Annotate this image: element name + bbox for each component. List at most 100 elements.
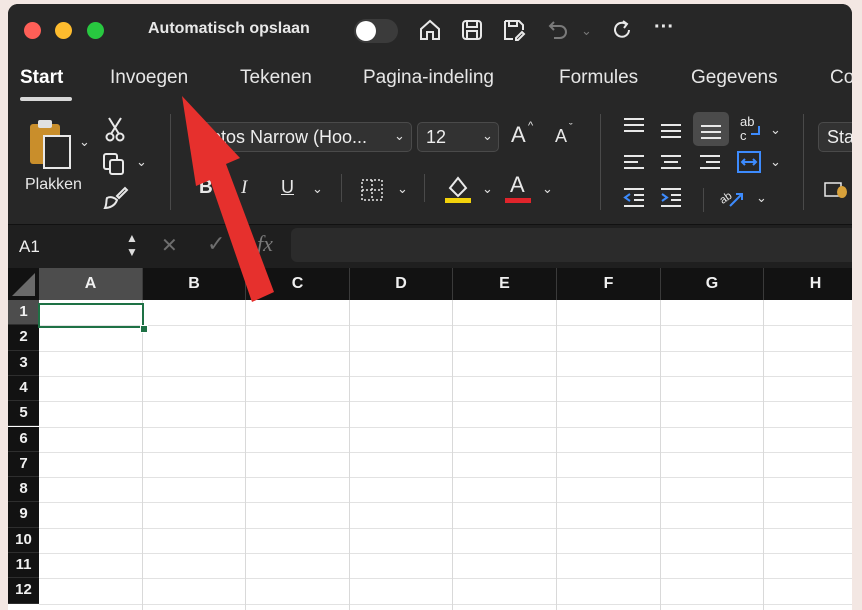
font-size-chevron-icon[interactable]: ⌄ xyxy=(482,128,493,144)
fill-color-dropdown-chevron-icon[interactable]: ⌄ xyxy=(482,181,493,197)
insert-function-icon[interactable]: fx xyxy=(257,231,273,257)
minimize-window-button[interactable] xyxy=(55,22,72,39)
svg-text:ab: ab xyxy=(740,114,754,129)
save-as-icon[interactable] xyxy=(502,18,526,42)
align-bottom-button[interactable] xyxy=(693,112,729,146)
row-header-12[interactable]: 12 xyxy=(8,578,39,604)
underline-button[interactable]: U xyxy=(281,177,294,198)
cell-styles-combo[interactable]: Sta xyxy=(818,122,852,152)
active-tab-indicator xyxy=(20,97,72,101)
column-header-f[interactable]: F xyxy=(557,268,661,300)
row-header-5[interactable]: 5 xyxy=(8,401,39,427)
home-icon[interactable] xyxy=(418,18,442,42)
font-name-combo[interactable]: Aptos Narrow (Hoo... xyxy=(190,122,412,152)
row-header-11[interactable]: 11 xyxy=(8,553,39,579)
merge-center-chevron-icon[interactable]: ⌄ xyxy=(770,154,781,170)
cut-scissors-icon[interactable] xyxy=(105,116,125,147)
close-window-button[interactable] xyxy=(24,22,41,39)
row-header-6[interactable]: 6 xyxy=(8,426,39,452)
name-box[interactable]: A1 ▲ ▼ xyxy=(12,231,140,261)
ribbon-separator xyxy=(703,188,704,212)
more-options-icon[interactable]: ··· xyxy=(654,16,674,39)
redo-icon[interactable] xyxy=(610,18,634,42)
row-header-2[interactable]: 2 xyxy=(8,325,39,351)
undo-dropdown-chevron-icon[interactable]: ⌄ xyxy=(581,23,592,39)
align-center-icon[interactable] xyxy=(659,152,683,179)
column-header-a[interactable]: A xyxy=(39,268,143,300)
font-color-dropdown-chevron-icon[interactable]: ⌄ xyxy=(542,181,553,197)
wrap-text-icon[interactable]: ab c xyxy=(737,114,763,149)
font-color-button[interactable]: A xyxy=(510,172,525,198)
copy-dropdown-chevron-icon[interactable]: ⌄ xyxy=(136,154,147,170)
select-all-corner[interactable] xyxy=(8,268,39,300)
name-box-up-icon[interactable]: ▲ xyxy=(126,231,138,245)
borders-icon[interactable] xyxy=(360,178,384,207)
align-middle-icon[interactable] xyxy=(659,120,683,147)
font-name-chevron-icon[interactable]: ⌄ xyxy=(394,128,405,144)
orientation-chevron-icon[interactable]: ⌄ xyxy=(756,190,767,206)
paste-icon[interactable] xyxy=(26,118,76,175)
tab-tekenen[interactable]: Tekenen xyxy=(240,67,312,89)
paste-dropdown-chevron-icon[interactable]: ⌄ xyxy=(79,134,90,150)
active-cell-a1[interactable] xyxy=(38,303,144,328)
borders-dropdown-chevron-icon[interactable]: ⌄ xyxy=(397,181,408,197)
column-header-d[interactable]: D xyxy=(350,268,453,300)
row-header-4[interactable]: 4 xyxy=(8,375,39,402)
save-icon[interactable] xyxy=(460,18,484,42)
row-header-3[interactable]: 3 xyxy=(8,350,39,376)
align-top-icon[interactable] xyxy=(622,116,646,143)
copy-icon[interactable] xyxy=(102,152,126,181)
name-box-down-icon[interactable]: ▼ xyxy=(126,245,138,259)
column-gridline xyxy=(660,300,661,610)
grow-font-button[interactable]: A xyxy=(511,122,526,148)
cancel-entry-icon[interactable]: ✕ xyxy=(161,233,178,258)
tab-formules[interactable]: Formules xyxy=(559,67,638,89)
autosave-toggle[interactable] xyxy=(354,19,398,43)
ribbon-separator xyxy=(803,114,804,210)
fill-handle[interactable] xyxy=(140,325,148,333)
formula-input[interactable] xyxy=(291,228,852,262)
merge-center-icon[interactable] xyxy=(736,150,762,179)
format-painter-icon[interactable] xyxy=(103,186,129,215)
increase-indent-icon[interactable] xyxy=(659,186,683,213)
align-left-icon[interactable] xyxy=(622,152,646,179)
underline-dropdown-chevron-icon[interactable]: ⌄ xyxy=(312,181,323,197)
row-header-10[interactable]: 10 xyxy=(8,527,39,553)
fill-color-icon[interactable] xyxy=(444,174,472,209)
cell-reference: A1 xyxy=(19,237,40,256)
align-right-icon[interactable] xyxy=(698,152,722,179)
paste-label[interactable]: Plakken xyxy=(25,176,82,194)
tab-pagina-indeling[interactable]: Pagina-indeling xyxy=(363,67,494,89)
orientation-icon[interactable]: ab xyxy=(717,186,746,215)
decrease-indent-icon[interactable] xyxy=(622,186,646,213)
autosave-label: Automatisch opslaan xyxy=(148,20,310,37)
excel-window: Automatisch opslaan ⌄ ··· Start Invoegen… xyxy=(8,4,852,610)
title-bar: Automatisch opslaan ⌄ ··· xyxy=(8,4,852,56)
tab-start[interactable]: Start xyxy=(20,67,63,89)
italic-button[interactable]: I xyxy=(241,177,247,199)
bold-button[interactable]: B xyxy=(199,177,213,199)
ribbon-tabs: Start Invoegen Tekenen Pagina-indeling F… xyxy=(8,56,852,106)
tab-gegevens[interactable]: Gegevens xyxy=(691,67,778,89)
row-header-8[interactable]: 8 xyxy=(8,477,39,503)
column-gridline xyxy=(763,300,764,610)
confirm-entry-icon[interactable]: ✓ xyxy=(207,231,225,257)
row-header-1[interactable]: 1 xyxy=(8,300,39,326)
wrap-text-chevron-icon[interactable]: ⌄ xyxy=(770,122,781,138)
tab-controleren[interactable]: Co xyxy=(830,67,852,89)
tab-invoegen[interactable]: Invoegen xyxy=(110,67,188,89)
worksheet-grid[interactable]: ABCDEFGH 1 2 3 4 5 6 7 8 9 10 11 12 xyxy=(8,268,852,610)
row-header-7[interactable]: 7 xyxy=(8,451,39,478)
column-header-c[interactable]: C xyxy=(246,268,350,300)
conditional-format-icon[interactable] xyxy=(824,180,848,205)
row-gridline xyxy=(39,325,852,327)
row-header-9[interactable]: 9 xyxy=(8,502,39,528)
column-gridline xyxy=(349,300,350,610)
undo-icon[interactable] xyxy=(546,18,570,42)
zoom-window-button[interactable] xyxy=(87,22,104,39)
column-header-g[interactable]: G xyxy=(661,268,764,300)
column-header-e[interactable]: E xyxy=(453,268,557,300)
column-header-h[interactable]: H xyxy=(764,268,852,300)
column-header-b[interactable]: B xyxy=(143,268,246,300)
shrink-font-button[interactable]: A xyxy=(555,126,567,147)
